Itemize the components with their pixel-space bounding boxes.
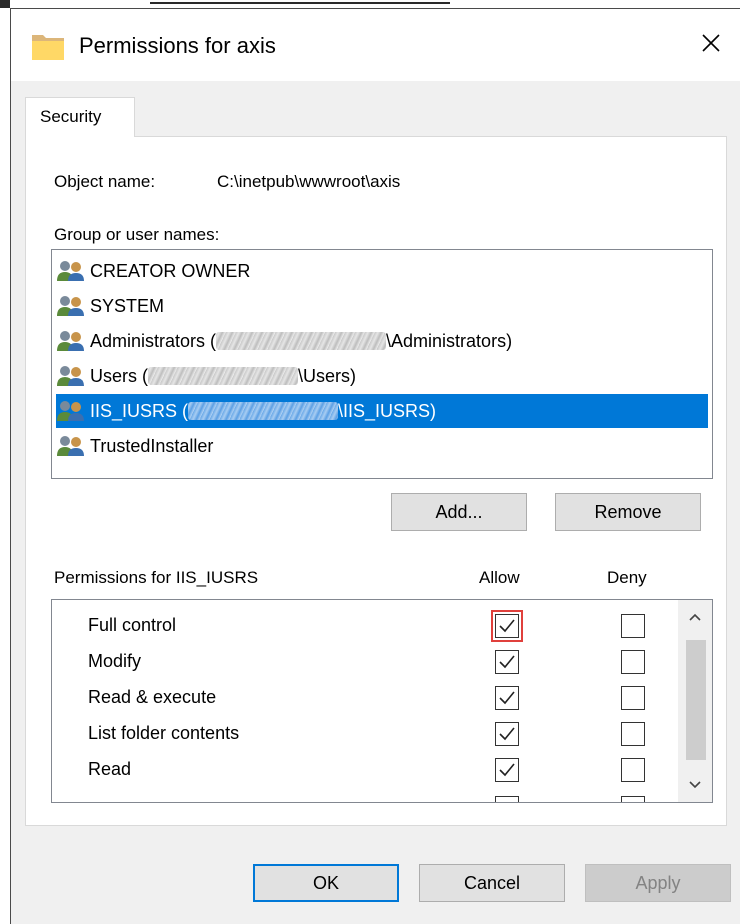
- deny-checkbox[interactable]: [621, 650, 645, 674]
- permission-name: Read & execute: [88, 687, 217, 707]
- allow-checkbox[interactable]: [491, 610, 523, 642]
- folder-icon: [31, 31, 65, 61]
- permissions-label: Permissions for IIS_IUSRS: [54, 568, 259, 587]
- users-icon: [56, 435, 86, 457]
- cancel-button[interactable]: Cancel: [419, 864, 565, 902]
- scroll-up-button[interactable]: [678, 600, 712, 634]
- allow-column-header: Allow: [479, 568, 520, 587]
- group-name-suffix: \Users): [298, 365, 356, 386]
- group-list-item[interactable]: IIS_IUSRS ( \IIS_IUSRS): [56, 394, 708, 428]
- users-icon: [56, 400, 86, 422]
- object-name-value: C:\inetpub\wwwroot\axis: [217, 172, 401, 191]
- deny-checkbox[interactable]: [621, 614, 645, 638]
- apply-button[interactable]: Apply: [585, 864, 731, 902]
- redacted-domain: [188, 402, 339, 420]
- permission-name: List folder contents: [88, 723, 240, 743]
- permissions-listbox[interactable]: Full control Modify Read & execute List fol…: [51, 599, 713, 803]
- ok-button[interactable]: OK: [253, 864, 399, 902]
- users-icon: [56, 295, 86, 317]
- group-list-item[interactable]: Administrators ( \Administrators): [56, 324, 512, 358]
- partial-row: [52, 790, 672, 802]
- window-title: Permissions for axis: [79, 33, 276, 58]
- redacted-domain: [148, 367, 298, 385]
- group-list-item[interactable]: TrustedInstaller: [56, 429, 213, 463]
- allow-checkbox-partial: [495, 796, 519, 802]
- deny-checkbox[interactable]: [621, 722, 645, 746]
- group-name-text: IIS_IUSRS (: [90, 400, 189, 421]
- permission-row: Full control: [52, 608, 672, 644]
- group-names-label: Group or user names:: [54, 225, 220, 244]
- group-name-text: Users (: [90, 365, 148, 386]
- group-name-text: SYSTEM: [90, 295, 165, 316]
- scroll-down-button[interactable]: [678, 768, 712, 802]
- group-name-suffix: \IIS_IUSRS): [338, 400, 437, 421]
- users-icon: [56, 330, 86, 352]
- deny-checkbox[interactable]: [621, 758, 645, 782]
- close-button[interactable]: [681, 9, 740, 81]
- group-list-item[interactable]: CREATOR OWNER: [56, 254, 250, 288]
- users-icon: [56, 365, 86, 387]
- deny-column-header: Deny: [607, 568, 647, 587]
- allow-checkbox[interactable]: [495, 758, 519, 782]
- scrollbar-thumb[interactable]: [686, 640, 706, 760]
- group-name-text: Administrators (: [90, 330, 217, 351]
- group-list-item[interactable]: Users ( \Users): [56, 359, 356, 393]
- allow-checkbox[interactable]: [495, 650, 519, 674]
- add-button[interactable]: Add...: [391, 493, 527, 531]
- object-name-label: Object name:: [54, 172, 156, 191]
- chevron-down-icon: [689, 776, 701, 794]
- background-window-strip: [0, 0, 740, 8]
- group-name-text: TrustedInstaller: [90, 435, 214, 456]
- group-name-text: CREATOR OWNER: [90, 260, 251, 281]
- permission-row: Read & execute: [52, 680, 672, 716]
- group-user-listbox[interactable]: CREATOR OWNER SYSTEM Administrators ( \Admi…: [51, 249, 713, 479]
- permissions-scrollbar[interactable]: [678, 600, 712, 802]
- close-icon: [701, 33, 721, 58]
- users-icon: [56, 260, 86, 282]
- deny-checkbox[interactable]: [621, 686, 645, 710]
- permissions-dialog: Permissions for axis Security Object nam…: [10, 8, 740, 924]
- group-name-suffix: \Administrators): [386, 330, 513, 351]
- remove-button[interactable]: Remove: [555, 493, 701, 531]
- permission-name: Full control: [88, 615, 177, 635]
- permission-row: Modify: [52, 644, 672, 680]
- permission-name: Modify: [88, 651, 142, 671]
- permission-name: Read: [88, 759, 132, 779]
- chevron-up-icon: [689, 608, 701, 626]
- allow-checkbox[interactable]: [495, 722, 519, 746]
- permission-row: List folder contents: [52, 716, 672, 752]
- tab-security[interactable]: Security: [25, 97, 135, 137]
- group-list-item[interactable]: SYSTEM: [56, 289, 164, 323]
- deny-checkbox-partial: [621, 796, 645, 802]
- title-bar: Permissions for axis: [11, 9, 740, 81]
- allow-checkbox[interactable]: [495, 686, 519, 710]
- permission-row: Read: [52, 752, 672, 788]
- redacted-domain: [216, 332, 387, 350]
